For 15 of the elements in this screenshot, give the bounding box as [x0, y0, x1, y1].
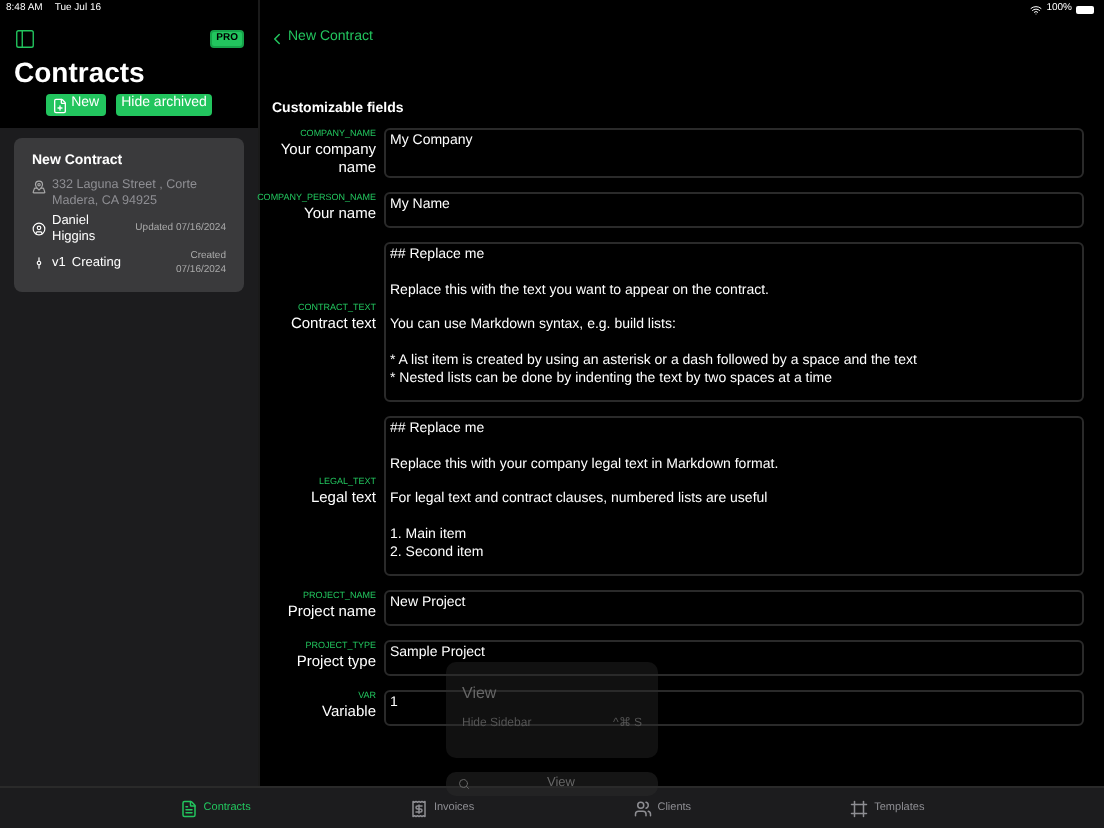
new-file-icon [51, 97, 68, 113]
back-chevron-icon [268, 29, 286, 48]
templates-tab-icon [850, 799, 869, 817]
battery-icon [1076, 6, 1094, 14]
person-icon [32, 222, 46, 236]
sidebar-toggle-icon[interactable] [14, 28, 36, 50]
wifi-icon [1030, 4, 1043, 16]
invoices-tab-icon [409, 799, 428, 817]
map-icon [32, 179, 46, 193]
search-icon [458, 778, 470, 790]
text-area[interactable] [384, 242, 1084, 402]
sidebar-title: Contracts [12, 54, 147, 90]
version-icon [32, 256, 46, 270]
contracts-tab-icon [179, 799, 198, 817]
clients-tab-icon [633, 799, 652, 817]
